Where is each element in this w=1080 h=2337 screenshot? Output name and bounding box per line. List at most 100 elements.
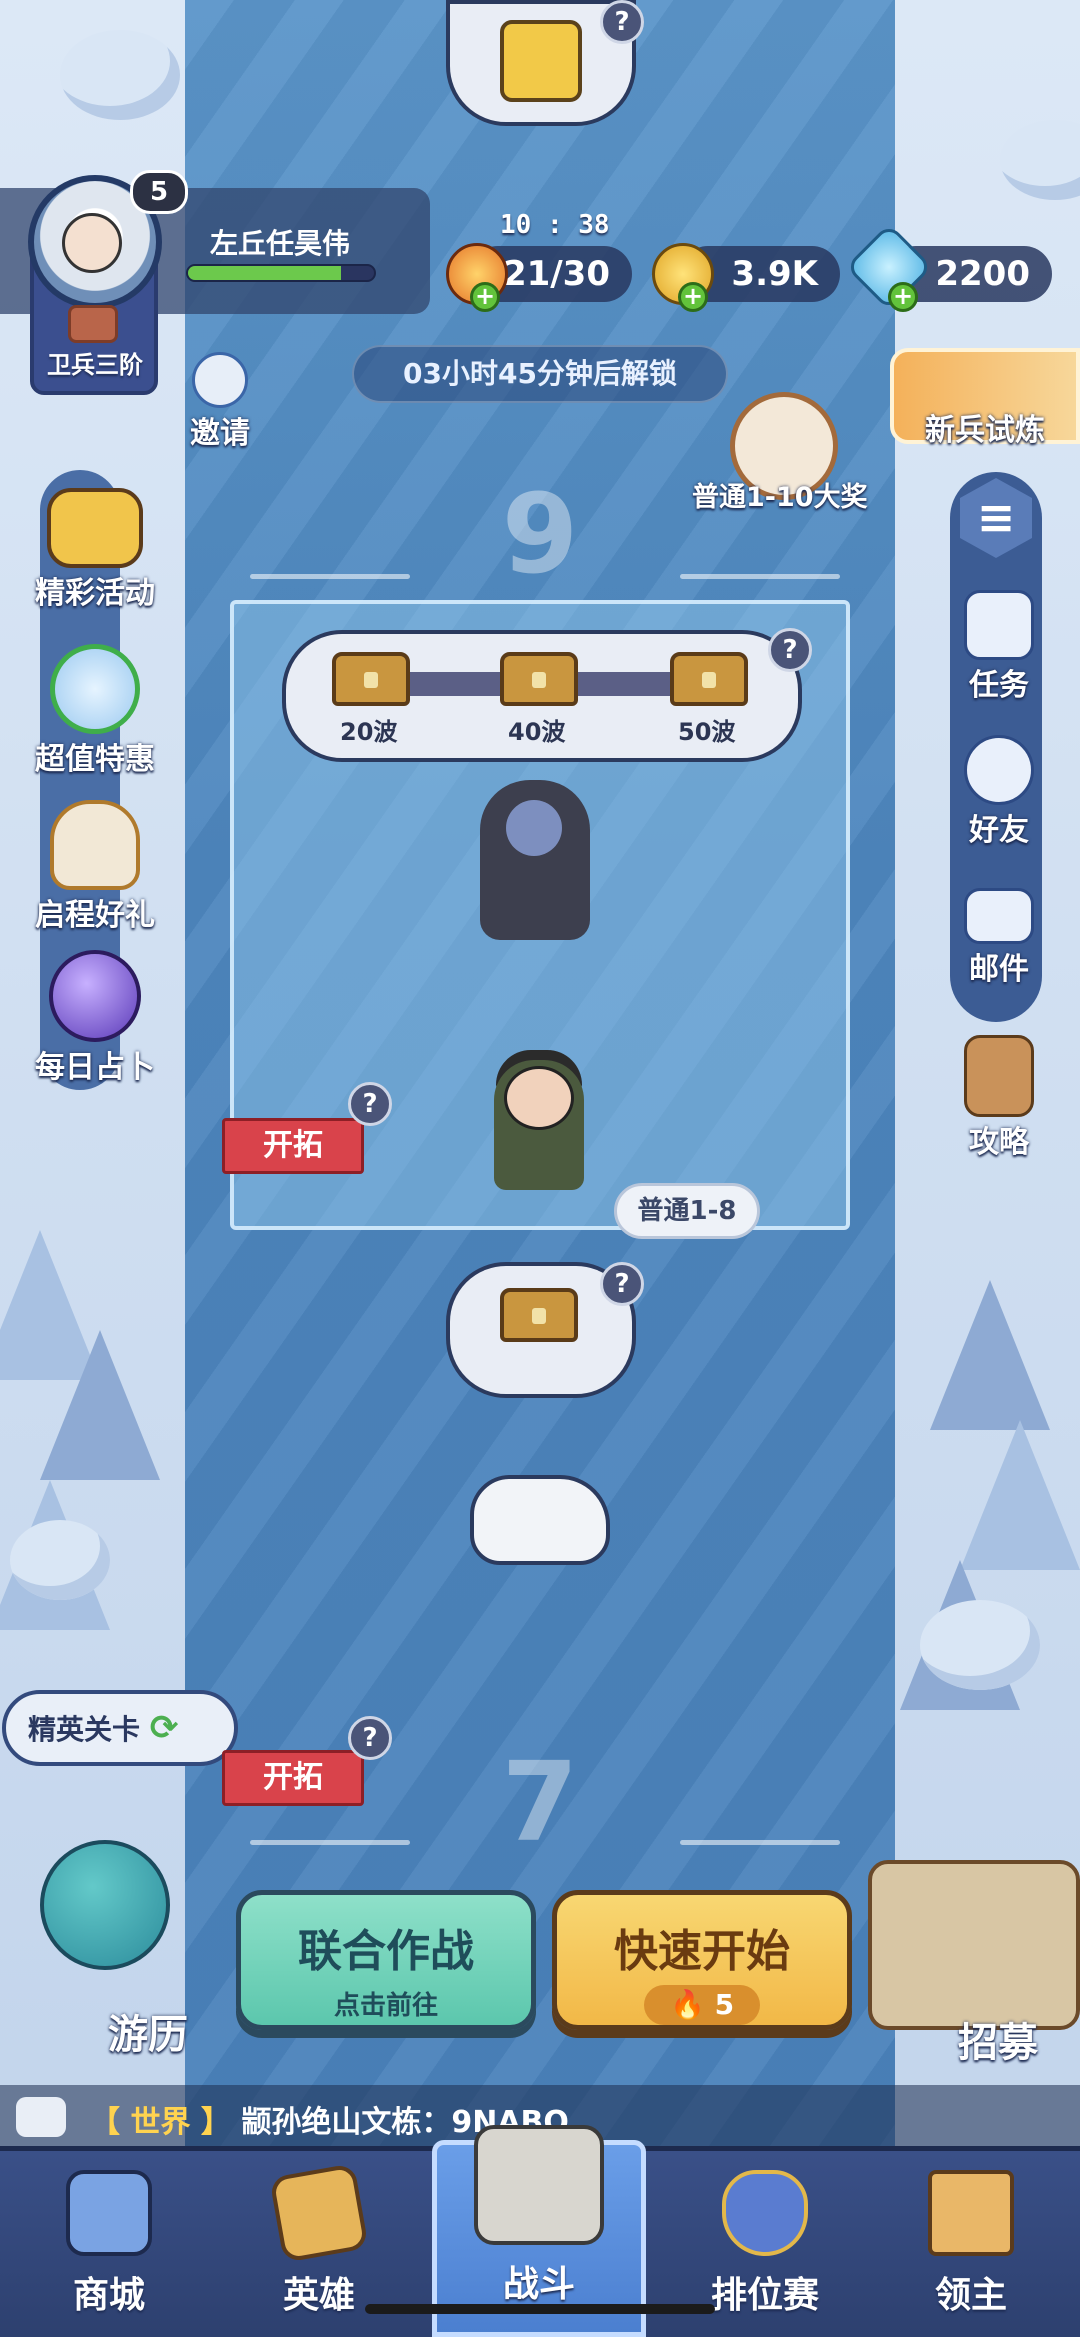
- coop-subtitle: 点击前往: [333, 1991, 438, 2021]
- help-icon[interactable]: ?: [600, 0, 644, 44]
- balloon-travel-icon[interactable]: [40, 1840, 170, 1970]
- add-gold-button[interactable]: +: [678, 282, 708, 312]
- battle-swords-icon: [474, 2125, 604, 2245]
- invite-button[interactable]: 邀请: [180, 352, 260, 452]
- xp-bar-fill: [188, 266, 341, 280]
- snow-mound: [60, 30, 180, 120]
- coop-title: 联合作战: [298, 1926, 474, 1977]
- stage-divider: [680, 1840, 840, 1845]
- recruit-trial-label: 新兵试炼: [925, 413, 1045, 448]
- rank-emblem-icon: [68, 305, 118, 343]
- guide-button[interactable]: 攻略: [944, 1035, 1054, 1161]
- deals-button[interactable]: 超值特惠: [0, 644, 190, 778]
- deals-label: 超值特惠: [35, 742, 155, 777]
- bird-gift-icon: [50, 800, 140, 890]
- elite-stage-button[interactable]: 精英关卡 ⟳: [2, 1690, 238, 1766]
- tab-lord[interactable]: 领主: [866, 2146, 1076, 2337]
- refresh-icon: ⟳: [149, 1708, 179, 1748]
- snow-tree: [960, 1420, 1080, 1570]
- journey-gift-label: 启程好礼: [35, 898, 155, 933]
- mail-button[interactable]: 邮件: [944, 880, 1054, 988]
- normal-stage-tag: 普通1-8: [614, 1183, 760, 1239]
- tab-battle-label: 战斗: [502, 2264, 575, 2305]
- wave-label: 20波: [340, 718, 398, 746]
- unlock-countdown: 03小时45分钟后解锁: [352, 345, 728, 403]
- stamina-value: 21/30: [502, 254, 610, 294]
- snow-tree: [40, 1330, 160, 1480]
- clock-deal-icon: [50, 644, 140, 734]
- explore-button[interactable]: 开拓: [222, 1750, 364, 1806]
- guide-label: 攻略: [969, 1125, 1029, 1160]
- player-name: 左丘任昊伟: [210, 227, 351, 260]
- coop-battle-button[interactable]: 联合作战 点击前往: [236, 1890, 536, 2030]
- events-label: 精彩活动: [35, 576, 155, 611]
- xp-bar: [186, 264, 376, 282]
- ranked-shield-icon: [722, 2170, 808, 2256]
- snow-tree: [930, 1280, 1050, 1430]
- elite-label: 精英关卡: [28, 1713, 141, 1746]
- gold-value: 3.9K: [731, 254, 818, 294]
- ice-wolf-enemy: [470, 1475, 610, 1565]
- stage-number: 9: [501, 470, 579, 598]
- quick-start-button[interactable]: 快速开始 🔥 5: [552, 1890, 852, 2030]
- wave-label: 40波: [508, 718, 566, 746]
- daily-fortune-button[interactable]: 每日占卜: [0, 950, 190, 1086]
- crystal-ball-icon: [49, 950, 141, 1042]
- shop-icon: [66, 2170, 152, 2256]
- stamina-cost: 🔥 5: [643, 1985, 761, 2025]
- chest-event-icon: [47, 488, 143, 568]
- home-indicator[interactable]: [365, 2304, 715, 2314]
- tab-shop-label: 商城: [72, 2275, 145, 2316]
- wave-label: 50波: [678, 718, 736, 746]
- chat-bubble-icon[interactable]: [16, 2097, 66, 2137]
- wave-chest-icon[interactable]: [670, 652, 748, 706]
- wave-chest-icon[interactable]: [332, 652, 410, 706]
- penguin-invite-icon: [192, 352, 248, 408]
- journey-gift-button[interactable]: 启程好礼: [0, 800, 190, 934]
- quests-label: 任务: [969, 668, 1029, 703]
- help-icon[interactable]: ?: [348, 1716, 392, 1760]
- friends-button[interactable]: 好友: [944, 735, 1054, 849]
- recruit-icon[interactable]: [868, 1860, 1080, 2030]
- events-button[interactable]: 精彩活动: [0, 488, 190, 612]
- snow-mound: [10, 1520, 110, 1600]
- quick-start-title: 快速开始: [614, 1926, 790, 1977]
- help-icon[interactable]: ?: [768, 628, 812, 672]
- friends-label: 好友: [969, 813, 1029, 848]
- stage-divider: [250, 574, 410, 579]
- invite-label: 邀请: [190, 416, 250, 451]
- stamina-timer: 10 : 38: [500, 210, 610, 240]
- guide-book-icon: [964, 1035, 1034, 1117]
- chat-channel: 【 世界 】: [90, 2105, 231, 2140]
- mail-label: 邮件: [969, 952, 1029, 987]
- boss-reward-label: 普通1-10大奖: [692, 482, 868, 513]
- explore-button[interactable]: 开拓: [222, 1118, 364, 1174]
- tab-shop[interactable]: 商城: [4, 2146, 214, 2337]
- stage-divider: [680, 574, 840, 579]
- stage-number: 7: [501, 1738, 579, 1866]
- stamina-cost-value: 5: [714, 1988, 735, 2021]
- mail-icon: [964, 888, 1034, 944]
- wave-chest-icon[interactable]: [500, 652, 578, 706]
- gem-value: 2200: [935, 254, 1030, 294]
- lord-banner-icon: [928, 2170, 1014, 2256]
- add-gem-button[interactable]: +: [888, 282, 918, 312]
- wizard-face: [506, 800, 562, 856]
- tab-lord-label: 领主: [934, 2275, 1007, 2316]
- player-level-badge: 5: [130, 170, 188, 214]
- treasure-chest-icon[interactable]: [500, 1288, 578, 1342]
- key-reward-icon: [500, 20, 582, 102]
- stage-divider: [250, 1840, 410, 1845]
- help-icon[interactable]: ?: [348, 1082, 392, 1126]
- snow-mound: [920, 1600, 1040, 1690]
- flame-icon: 🔥: [669, 1988, 715, 2021]
- quest-scroll-icon: [964, 590, 1034, 660]
- travel-label: 游历: [108, 2012, 188, 2058]
- quests-button[interactable]: 任务: [944, 590, 1054, 704]
- hero-card-icon: [269, 2163, 369, 2263]
- friends-icon: [964, 735, 1034, 805]
- help-icon[interactable]: ?: [600, 1262, 644, 1306]
- hero-face: [504, 1066, 574, 1130]
- add-stamina-button[interactable]: +: [470, 282, 500, 312]
- recruit-label: 招募: [958, 2020, 1038, 2066]
